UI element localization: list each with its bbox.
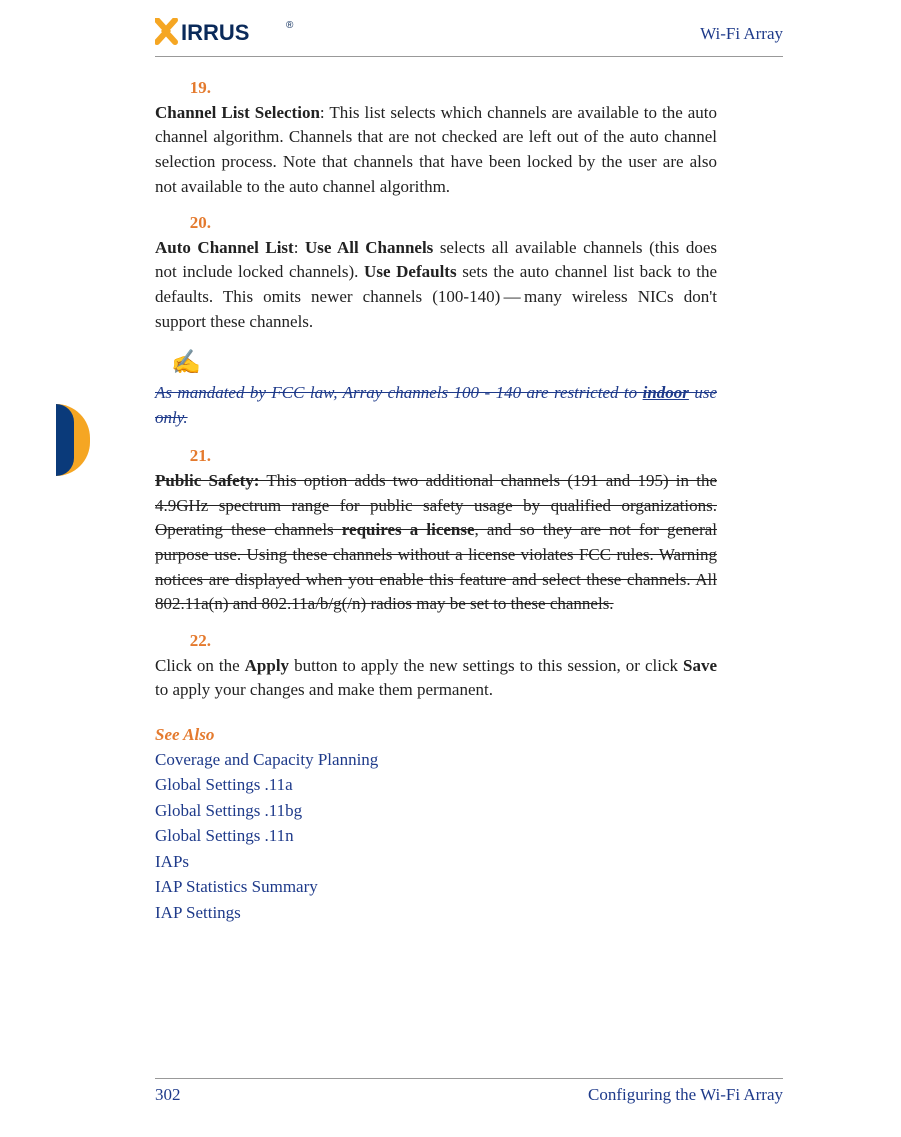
see-also-link[interactable]: IAP Settings [155, 900, 783, 926]
item-body: Public Safety: This option adds two addi… [155, 469, 717, 617]
see-also-link[interactable]: Global Settings .11n [155, 823, 783, 849]
item-body: Auto Channel List: Use All Channels sele… [155, 236, 717, 335]
list-item-20: 20. Auto Channel List: Use All Channels … [155, 211, 783, 334]
svg-text:®: ® [286, 20, 294, 31]
list-item-19: 19. Channel List Selection: This list se… [155, 76, 783, 199]
see-also-section: See Also Coverage and Capacity Planning … [155, 725, 783, 926]
note-body: As mandated by FCC law, Array channels 1… [155, 381, 717, 430]
item-body: Click on the Apply button to apply the n… [155, 654, 717, 703]
note-block: ✍ As mandated by FCC law, Array channels… [155, 346, 783, 430]
side-tab-icon [56, 404, 90, 476]
header-product: Wi-Fi Array [700, 24, 783, 44]
note-hand-icon: ✍ [155, 346, 217, 381]
list-item-21: 21. Public Safety: This option adds two … [155, 444, 783, 616]
brand-logo: IRRUS ® [155, 18, 297, 51]
item-body: Channel List Selection: This list select… [155, 101, 717, 200]
item-number: 19. [155, 76, 217, 101]
page-footer: 302 Configuring the Wi-Fi Array [155, 1078, 783, 1105]
svg-text:IRRUS: IRRUS [181, 20, 249, 45]
see-also-link[interactable]: Global Settings .11a [155, 772, 783, 798]
item-number: 20. [155, 211, 217, 236]
page-header: IRRUS ® Wi-Fi Array [155, 22, 783, 57]
list-item-22: 22. Click on the Apply button to apply t… [155, 629, 783, 703]
footer-section: Configuring the Wi-Fi Array [588, 1085, 783, 1105]
item-number: 22. [155, 629, 217, 654]
page-number: 302 [155, 1085, 181, 1104]
see-also-link[interactable]: Coverage and Capacity Planning [155, 747, 783, 773]
see-also-link[interactable]: Global Settings .11bg [155, 798, 783, 824]
item-number: 21. [155, 444, 217, 469]
see-also-title: See Also [155, 725, 783, 745]
body-content: 19. Channel List Selection: This list se… [155, 76, 783, 925]
see-also-link[interactable]: IAP Statistics Summary [155, 874, 783, 900]
see-also-link[interactable]: IAPs [155, 849, 783, 875]
